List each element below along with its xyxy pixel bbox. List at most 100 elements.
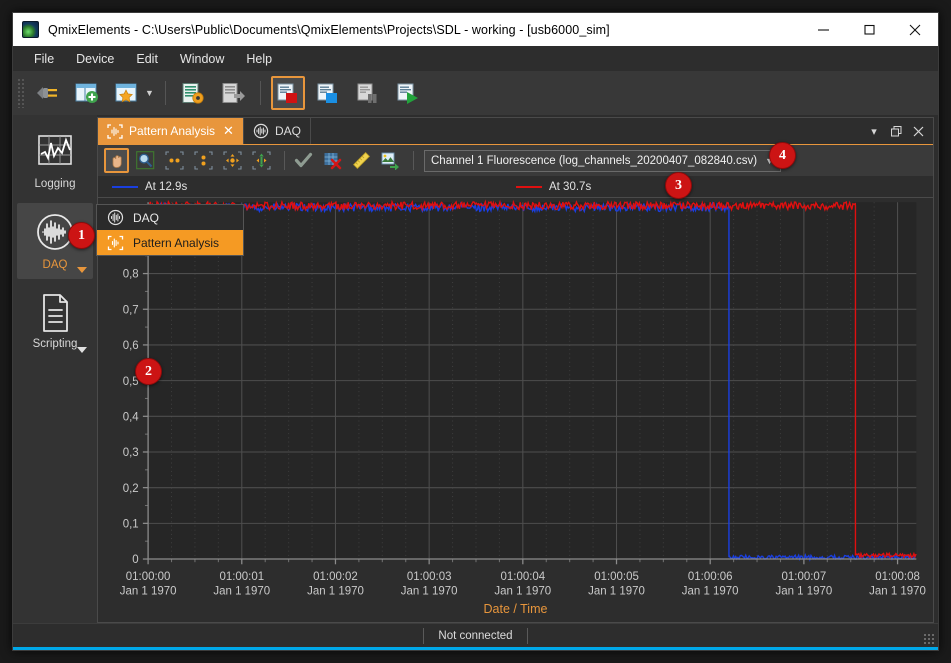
legend-entry-blue[interactable]: At 12.9s (112, 181, 187, 193)
sidebar-daq-caret-icon[interactable] (77, 267, 87, 273)
svg-text:Jan 1 1970: Jan 1 1970 (307, 586, 364, 598)
accept-check-icon[interactable] (291, 148, 316, 173)
document-window: Pattern Analysis ✕ DAQ ▾ Channel 1 Fluor… (97, 117, 934, 623)
tab-close-icon[interactable]: ✕ (223, 123, 234, 139)
application-window: QmixElements - C:\Users\Public\Documents… (12, 12, 939, 651)
zoom-vertical-icon[interactable] (191, 148, 216, 173)
pattern-analysis-icon (107, 235, 124, 250)
svg-text:0,6: 0,6 (123, 340, 139, 352)
tab-pattern-analysis[interactable]: Pattern Analysis ✕ (98, 118, 244, 144)
sidebar-scripting-caret-icon[interactable] (77, 347, 87, 353)
zoom-fit-icon[interactable] (220, 148, 245, 173)
zoom-magnifier-icon[interactable] (133, 148, 158, 173)
tab-daq[interactable]: DAQ (244, 118, 311, 144)
svg-text:0,4: 0,4 (123, 411, 140, 423)
menu-device[interactable]: Device (65, 49, 125, 69)
export-plot-icon[interactable] (378, 148, 403, 173)
svg-text:Jan 1 1970: Jan 1 1970 (775, 586, 832, 598)
toolbar-separator-1 (164, 81, 166, 105)
log-stop-icon[interactable] (311, 76, 345, 110)
menu-file[interactable]: File (23, 49, 65, 69)
daq-waveform-icon (253, 123, 269, 139)
legend-swatch-red (516, 185, 542, 188)
log-record-icon[interactable] (270, 76, 305, 110)
svg-text:01:00:06: 01:00:06 (688, 571, 733, 583)
svg-text:Jan 1 1970: Jan 1 1970 (588, 586, 645, 598)
menu-window[interactable]: Window (169, 49, 235, 69)
script-run-icon[interactable] (216, 76, 250, 110)
document-close-button[interactable] (907, 119, 929, 143)
sidebar-item-logging-label: Logging (34, 178, 76, 190)
daq-waveform-icon (107, 209, 124, 226)
legend-label-red: At 30.7s (549, 180, 592, 193)
tab-list-dropdown-icon[interactable]: ▾ (863, 119, 885, 143)
toolbar-separator-2 (259, 81, 261, 105)
plot-toolbar-separator-2 (413, 151, 414, 170)
title-bar: QmixElements - C:\Users\Public\Documents… (13, 13, 938, 46)
sidebar-item-scripting-label: Scripting (32, 338, 78, 350)
svg-text:01:00:08: 01:00:08 (875, 571, 920, 583)
main-toolbar: ▼ (13, 71, 938, 115)
svg-text:01:00:04: 01:00:04 (501, 571, 546, 583)
toolbar-dropdown-caret-icon[interactable]: ▼ (145, 88, 154, 98)
svg-text:Jan 1 1970: Jan 1 1970 (120, 586, 177, 598)
close-button[interactable] (892, 13, 938, 46)
annotation-badge-4: 4 (769, 142, 796, 169)
legend-label-blue: At 12.9s (145, 180, 188, 193)
pan-hand-icon[interactable] (104, 148, 129, 173)
scripting-document-icon (43, 294, 68, 332)
minimize-button[interactable] (800, 13, 846, 46)
svg-text:Jan 1 1970: Jan 1 1970 (869, 586, 926, 598)
resize-grip[interactable] (923, 633, 935, 645)
menu-help[interactable]: Help (235, 49, 283, 69)
svg-text:0,2: 0,2 (123, 483, 139, 495)
clear-plot-icon[interactable] (320, 148, 345, 173)
svg-text:01:00:01: 01:00:01 (219, 571, 264, 583)
channel-select-value: Channel 1 Fluorescence (log_channels_202… (431, 154, 758, 167)
tab-strip: Pattern Analysis ✕ DAQ ▾ (98, 118, 933, 145)
connect-device-icon[interactable] (30, 76, 64, 110)
popup-item-daq-label: DAQ (133, 210, 160, 225)
zoom-horizontal-icon[interactable] (162, 148, 187, 173)
app-logo-icon (22, 21, 39, 38)
toolbar-grip[interactable] (17, 78, 24, 108)
document-window-controls: ▾ (863, 118, 933, 144)
sidebar-item-logging[interactable]: Logging (17, 123, 93, 199)
plot-toolbar: Channel 1 Fluorescence (log_channels_202… (98, 145, 933, 176)
popup-item-daq[interactable]: DAQ (97, 205, 243, 230)
svg-text:01:00:05: 01:00:05 (594, 571, 639, 583)
svg-text:01:00:00: 01:00:00 (126, 571, 171, 583)
plot-canvas[interactable]: 01:00:00 Jan 1 1970 01:00:01 Jan 1 1970 01:0… (98, 198, 933, 622)
new-window-icon[interactable] (70, 76, 104, 110)
annotation-badge-1: 1 (68, 222, 95, 249)
popup-item-pattern-analysis[interactable]: Pattern Analysis (97, 230, 243, 255)
svg-text:Jan 1 1970: Jan 1 1970 (213, 586, 270, 598)
svg-text:0: 0 (132, 554, 138, 566)
logging-chart-icon (38, 135, 72, 165)
annotation-badge-2: 2 (135, 358, 162, 385)
sidebar-item-daq-label: DAQ (42, 259, 68, 271)
svg-text:0,3: 0,3 (123, 447, 139, 459)
plot-toolbar-separator-1 (284, 151, 285, 170)
tab-daq-label: DAQ (274, 124, 301, 138)
popup-item-pattern-analysis-label: Pattern Analysis (133, 235, 220, 250)
channel-select[interactable]: Channel 1 Fluorescence (log_channels_202… (424, 149, 781, 172)
maximize-button[interactable] (846, 13, 892, 46)
log-play-icon[interactable] (391, 76, 425, 110)
annotation-badge-3: 3 (665, 172, 692, 199)
svg-text:0,8: 0,8 (123, 269, 139, 281)
menu-bar: File Device Edit Window Help (13, 46, 938, 71)
document-restore-button[interactable] (885, 119, 907, 143)
log-pause-icon[interactable] (351, 76, 385, 110)
measure-ruler-icon[interactable] (349, 148, 374, 173)
script-settings-icon[interactable] (176, 76, 210, 110)
menu-edit[interactable]: Edit (125, 49, 169, 69)
svg-text:01:00:07: 01:00:07 (782, 571, 827, 583)
legend-entry-red[interactable]: At 30.7s (516, 181, 591, 193)
zoom-reset-icon[interactable] (249, 148, 274, 173)
favorite-window-icon[interactable] (110, 76, 144, 110)
svg-text:01:00:03: 01:00:03 (407, 571, 452, 583)
x-axis-title: Date / Time (483, 602, 548, 616)
plot-svg: 01:00:00 Jan 1 1970 01:00:01 Jan 1 1970 01:0… (98, 198, 933, 622)
sidebar-item-scripting[interactable]: Scripting (17, 283, 93, 359)
